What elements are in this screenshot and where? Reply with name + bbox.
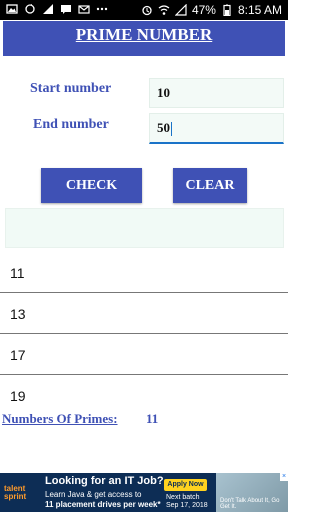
title-bar: PRIME NUMBER	[3, 21, 285, 56]
list-item[interactable]: 17	[0, 335, 288, 375]
battery-icon	[223, 4, 231, 16]
ad-close-icon[interactable]: ×	[280, 473, 288, 481]
result-display	[5, 208, 284, 248]
check-button[interactable]: CHECK	[41, 168, 142, 203]
ad-batch-info: Next batch Sep 17, 2018	[166, 494, 208, 510]
status-bar: 47% 8:15 AM	[0, 0, 288, 20]
clock: 8:15 AM	[237, 3, 282, 17]
mail-icon	[78, 5, 90, 14]
list-divider	[0, 374, 288, 375]
ad-apply-button[interactable]: Apply Now	[164, 479, 207, 491]
gallery-icon	[6, 4, 18, 14]
end-number-input[interactable]: 50	[149, 113, 284, 144]
ad-banner[interactable]: talent sprint Looking for an IT Job? Lea…	[0, 473, 288, 512]
start-number-value: 10	[157, 85, 170, 100]
alarm-icon	[142, 5, 152, 16]
ad-headline: Looking for an IT Job?	[45, 475, 164, 487]
text-cursor	[171, 122, 172, 137]
list-divider	[0, 292, 288, 293]
start-number-label: Start number	[30, 81, 112, 96]
list-divider	[0, 333, 288, 334]
ad-photo-caption: Don't Talk About It, Go Get It.	[220, 498, 280, 510]
end-number-label: End number	[33, 117, 109, 132]
start-number-input[interactable]: 10	[149, 78, 284, 108]
ad-line-1: Learn Java & get access to	[45, 490, 142, 499]
page-title: PRIME NUMBER	[75, 25, 213, 44]
prime-count-value: 11	[146, 411, 159, 426]
ad-logo: talent sprint	[4, 485, 38, 501]
battery-percent: 47%	[191, 3, 216, 17]
signal-icon	[43, 4, 53, 14]
sync-icon	[25, 4, 35, 14]
prime-count-label: Numbers Of Primes:	[2, 411, 118, 426]
ad-line-2: 11 placement drives per week*	[45, 500, 161, 509]
list-item[interactable]: 11	[0, 253, 288, 293]
list-item[interactable]: 13	[0, 294, 288, 334]
more-dots-icon	[96, 7, 108, 11]
message-icon	[61, 5, 71, 14]
wifi-icon	[158, 5, 170, 15]
end-number-value: 50	[157, 120, 170, 135]
cell-signal-icon	[174, 4, 187, 16]
clear-button[interactable]: CLEAR	[173, 168, 247, 203]
list-item[interactable]: 19	[0, 376, 288, 416]
ad-batch-date: Sep 17, 2018	[166, 502, 208, 509]
ad-batch-label: Next batch	[166, 494, 200, 501]
